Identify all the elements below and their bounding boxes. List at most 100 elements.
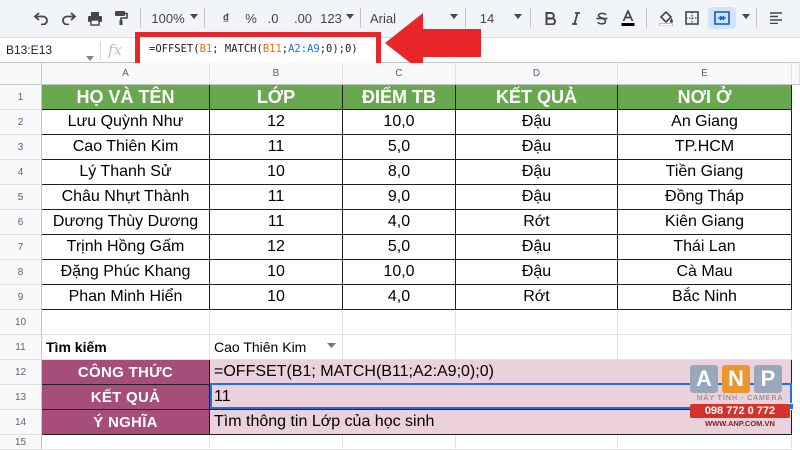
empty-cell[interactable]: [210, 435, 343, 450]
table-cell[interactable]: Đậu: [456, 135, 618, 160]
table-cell[interactable]: Đồng Tháp: [618, 185, 792, 210]
column-header-e[interactable]: E: [618, 63, 792, 85]
empty-cell[interactable]: [456, 335, 618, 360]
table-cell[interactable]: TP.HCM: [618, 135, 792, 160]
empty-cell[interactable]: [456, 310, 618, 335]
empty-cell[interactable]: [42, 310, 210, 335]
percent-format-button[interactable]: %: [242, 7, 260, 29]
currency-format-button[interactable]: ₫: [218, 7, 234, 29]
text-color-icon[interactable]: [618, 7, 638, 29]
table-cell[interactable]: 10,0: [343, 260, 456, 285]
table-cell[interactable]: 4,0: [343, 285, 456, 310]
strikethrough-icon[interactable]: [592, 7, 612, 29]
column-header-a[interactable]: A: [42, 63, 210, 85]
table-cell[interactable]: 10: [210, 160, 343, 185]
row-header-13[interactable]: 13: [0, 385, 42, 410]
formula-input[interactable]: =OFFSET(B1; MATCH(B11;A2:A9;0);0): [149, 41, 358, 58]
table-cell[interactable]: Dương Thùy Dương: [42, 210, 210, 235]
select-all-corner[interactable]: [0, 63, 42, 85]
table-cell[interactable]: Kiên Giang: [618, 210, 792, 235]
table-cell[interactable]: Đậu: [456, 185, 618, 210]
table-cell[interactable]: Lưu Quỳnh Như: [42, 110, 210, 135]
borders-icon[interactable]: [682, 7, 702, 29]
row-header-10[interactable]: 10: [0, 310, 42, 335]
search-dropdown[interactable]: Cao Thiên Kim: [210, 335, 343, 360]
table-cell[interactable]: Rớt: [456, 210, 618, 235]
fill-color-icon[interactable]: [656, 7, 676, 29]
align-icon[interactable]: [766, 7, 786, 29]
italic-icon[interactable]: [566, 7, 586, 29]
row-header-7[interactable]: 7: [0, 235, 42, 260]
table-cell[interactable]: Bắc Ninh: [618, 285, 792, 310]
table-header-cell[interactable]: LỚP: [210, 85, 343, 110]
table-cell[interactable]: 11: [210, 135, 343, 160]
increase-decimal-button[interactable]: .00: [290, 7, 316, 29]
table-cell[interactable]: 10,0: [343, 110, 456, 135]
table-header-cell[interactable]: NƠI Ở: [618, 85, 792, 110]
row-header-12[interactable]: 12: [0, 360, 42, 385]
decrease-decimal-button[interactable]: .0: [262, 7, 284, 29]
table-cell[interactable]: Thái Lan: [618, 235, 792, 260]
table-header-cell[interactable]: HỌ VÀ TÊN: [42, 85, 210, 110]
empty-cell[interactable]: [343, 335, 456, 360]
paint-format-icon[interactable]: [110, 7, 132, 29]
empty-cell[interactable]: [42, 435, 210, 450]
bold-icon[interactable]: [540, 7, 560, 29]
table-cell[interactable]: 11: [210, 185, 343, 210]
table-cell[interactable]: Lý Thanh Sử: [42, 160, 210, 185]
empty-cell[interactable]: [618, 435, 792, 450]
dropdown-arrow-icon[interactable]: [327, 343, 336, 348]
redo-icon[interactable]: [58, 7, 80, 29]
row-header-6[interactable]: 6: [0, 210, 42, 235]
row-header-9[interactable]: 9: [0, 285, 42, 310]
more-formats-button[interactable]: 123: [320, 7, 342, 29]
table-cell[interactable]: 5,0: [343, 235, 456, 260]
table-cell[interactable]: Rớt: [456, 285, 618, 310]
name-box[interactable]: B13:E13: [0, 38, 100, 63]
table-cell[interactable]: Đậu: [456, 160, 618, 185]
table-header-cell[interactable]: KẾT QUẢ: [456, 85, 618, 110]
undo-icon[interactable]: [30, 7, 52, 29]
table-cell[interactable]: Châu Nhựt Thành: [42, 185, 210, 210]
table-cell[interactable]: Đậu: [456, 260, 618, 285]
table-cell[interactable]: 8,0: [343, 160, 456, 185]
empty-cell[interactable]: [618, 335, 792, 360]
print-icon[interactable]: [84, 7, 106, 29]
row-header-1[interactable]: 1: [0, 85, 42, 110]
table-cell[interactable]: 10: [210, 260, 343, 285]
empty-cell[interactable]: [618, 310, 792, 335]
table-cell[interactable]: 11: [210, 210, 343, 235]
column-header-c[interactable]: C: [343, 63, 456, 85]
row-header-2[interactable]: 2: [0, 110, 42, 135]
table-cell[interactable]: Phan Minh Hiển: [42, 285, 210, 310]
table-cell[interactable]: Cao Thiên Kim: [42, 135, 210, 160]
empty-cell[interactable]: [210, 310, 343, 335]
table-cell[interactable]: Tiền Giang: [618, 160, 792, 185]
column-header-b[interactable]: B: [210, 63, 343, 85]
table-cell[interactable]: Đậu: [456, 235, 618, 260]
empty-cell[interactable]: [343, 435, 456, 450]
table-cell[interactable]: Đặng Phúc Khang: [42, 260, 210, 285]
row-header-4[interactable]: 4: [0, 160, 42, 185]
table-cell[interactable]: Trịnh Hồng Gấm: [42, 235, 210, 260]
merge-cells-icon[interactable]: [708, 7, 736, 29]
table-cell[interactable]: 12: [210, 110, 343, 135]
row-header-14[interactable]: 14: [0, 410, 42, 435]
row-header-8[interactable]: 8: [0, 260, 42, 285]
table-cell[interactable]: An Giang: [618, 110, 792, 135]
table-cell[interactable]: Đậu: [456, 110, 618, 135]
column-header-f[interactable]: [792, 63, 800, 85]
table-header-cell[interactable]: ĐIỂM TB: [343, 85, 456, 110]
row-header-11[interactable]: 11: [0, 335, 42, 360]
table-cell[interactable]: Cà Mau: [618, 260, 792, 285]
table-cell[interactable]: 12: [210, 235, 343, 260]
column-header-d[interactable]: D: [456, 63, 618, 85]
table-cell[interactable]: 9,0: [343, 185, 456, 210]
empty-cell[interactable]: [343, 310, 456, 335]
zoom-select[interactable]: 100%: [150, 7, 186, 29]
table-cell[interactable]: 5,0: [343, 135, 456, 160]
row-header-3[interactable]: 3: [0, 135, 42, 160]
row-header-15[interactable]: 15: [0, 435, 42, 450]
empty-cell[interactable]: [456, 435, 618, 450]
table-cell[interactable]: 4,0: [343, 210, 456, 235]
